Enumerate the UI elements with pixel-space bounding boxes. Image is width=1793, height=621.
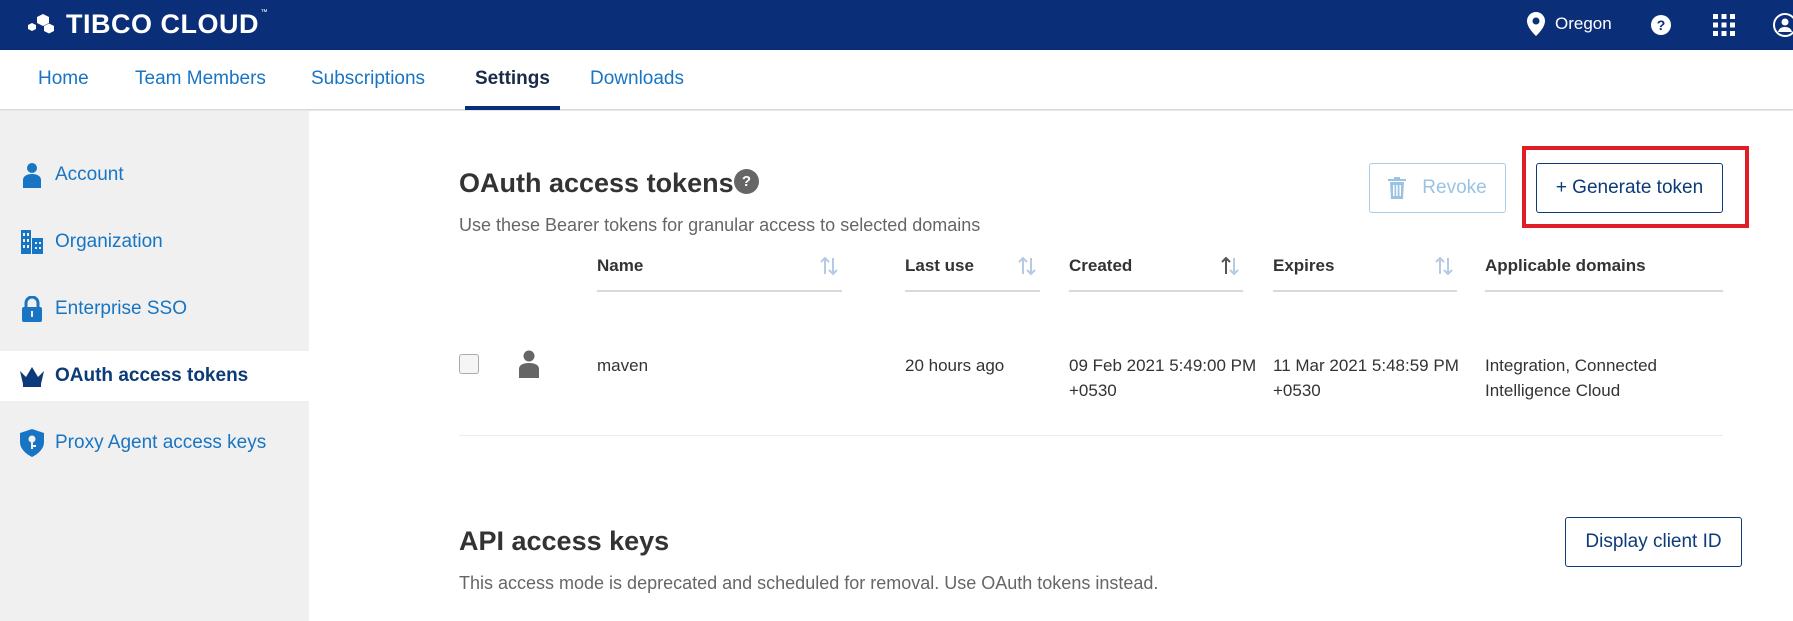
oauth-help-icon[interactable]: ?: [734, 169, 759, 194]
lock-icon: [17, 296, 47, 322]
tibco-logo[interactable]: TIBCO CLOUD ™: [22, 8, 268, 39]
app-grid-icon[interactable]: [1713, 14, 1735, 36]
settings-sidebar: Account Organization Enterprise SSO OAut…: [0, 111, 309, 621]
column-header-last-use[interactable]: Last use: [905, 256, 1040, 292]
sort-icon[interactable]: [1435, 256, 1453, 276]
oauth-section-subtitle: Use these Bearer tokens for granular acc…: [459, 215, 981, 235]
sidebar-item-label: OAuth access tokens: [55, 365, 249, 386]
user-type-icon: [519, 350, 539, 378]
tab-team-members[interactable]: Team Members: [125, 50, 276, 110]
shield-key-icon: [17, 429, 47, 457]
sidebar-item-label: Account: [55, 164, 124, 185]
sidebar-item-account[interactable]: Account: [0, 150, 309, 200]
api-section-subtitle: This access mode is deprecated and sched…: [459, 573, 1159, 593]
sort-ascending-icon[interactable]: [1221, 256, 1239, 276]
crown-icon: [17, 365, 47, 387]
location-pin-icon: [1527, 12, 1545, 36]
sort-icon[interactable]: [1018, 256, 1036, 276]
cell-created: 09 Feb 2021 5:49:00 PM +0530: [1069, 356, 1257, 400]
sidebar-item-label: Proxy Agent access keys: [55, 432, 267, 453]
column-header-expires[interactable]: Expires: [1273, 256, 1457, 292]
cell-last-use: 20 hours ago: [905, 356, 1005, 375]
brand-name: TIBCO CLOUD ™: [66, 8, 268, 39]
top-bar: TIBCO CLOUD ™ Oregon ?: [0, 0, 1793, 50]
revoke-button[interactable]: Revoke: [1369, 163, 1506, 213]
generate-token-button[interactable]: + Generate token: [1536, 163, 1723, 213]
column-header-created[interactable]: Created: [1069, 256, 1243, 292]
api-section-title: API access keys: [459, 526, 670, 556]
hexagon-logo-icon: [28, 14, 54, 34]
region-selector[interactable]: Oregon: [1527, 12, 1612, 36]
sidebar-item-proxy-agent-keys[interactable]: Proxy Agent access keys: [0, 418, 309, 468]
main-nav-tabs: Home Team Members Subscriptions Settings…: [0, 50, 1793, 110]
sidebar-item-label: Enterprise SSO: [55, 298, 187, 319]
revoke-label: Revoke: [1422, 177, 1487, 198]
trash-icon: [1388, 177, 1407, 199]
cell-expires: 11 Mar 2021 5:48:59 PM +0530: [1273, 356, 1459, 400]
sidebar-item-oauth-tokens[interactable]: OAuth access tokens: [0, 351, 309, 401]
user-avatar-icon[interactable]: [1772, 12, 1793, 38]
display-client-id-button[interactable]: Display client ID: [1565, 517, 1742, 567]
tab-subscriptions[interactable]: Subscriptions: [301, 50, 435, 110]
building-icon: [17, 230, 47, 254]
sort-icon[interactable]: [820, 256, 838, 276]
oauth-section-title: OAuth access tokens: [459, 168, 734, 198]
sidebar-item-label: Organization: [55, 231, 163, 252]
cell-name: maven: [597, 356, 649, 375]
tab-downloads[interactable]: Downloads: [580, 50, 694, 110]
column-header-domains: Applicable domains: [1485, 256, 1723, 292]
help-icon[interactable]: ?: [1651, 15, 1671, 35]
user-icon: [17, 162, 47, 188]
tab-settings[interactable]: Settings: [465, 50, 560, 110]
cell-domains: Integration, Connected Intelligence Clou…: [1485, 356, 1658, 400]
column-header-name[interactable]: Name: [597, 256, 842, 292]
main-content: OAuth access tokens ? Use these Bearer t…: [309, 111, 1793, 621]
row-divider: [459, 435, 1723, 436]
sidebar-item-organization[interactable]: Organization: [0, 217, 309, 267]
region-label: Oregon: [1555, 14, 1612, 33]
row-select-checkbox[interactable]: [459, 354, 479, 374]
sidebar-item-enterprise-sso[interactable]: Enterprise SSO: [0, 284, 309, 334]
tab-home[interactable]: Home: [28, 50, 99, 110]
